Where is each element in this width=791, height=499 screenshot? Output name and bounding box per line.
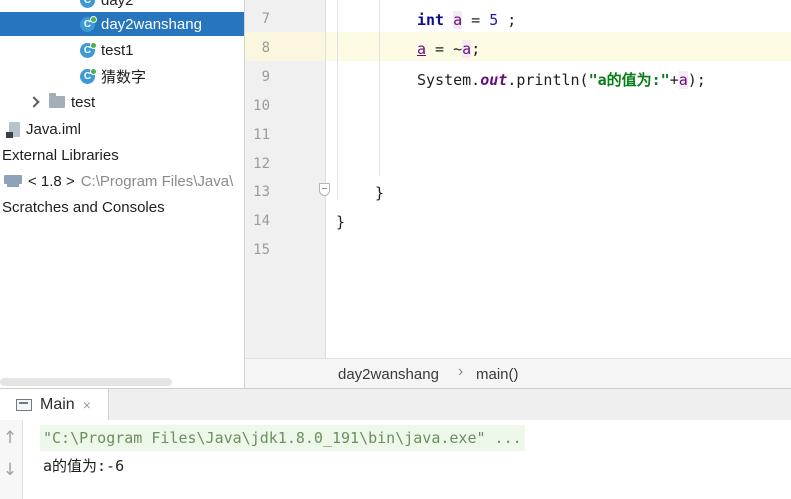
- jdk-library-icon: [4, 174, 22, 188]
- code-token: +: [669, 71, 679, 89]
- tree-item-java-iml[interactable]: Java.iml: [0, 117, 244, 141]
- code-line-14: }: [336, 213, 346, 231]
- line-number: 10: [253, 98, 270, 114]
- code-line-7: int a = 5 ;: [417, 11, 516, 29]
- run-tool-window-header: Main ×: [0, 388, 791, 420]
- tree-item-path: C:\Program Files\Java\: [80, 172, 234, 190]
- tree-item-scratches[interactable]: Scratches and Consoles: [0, 195, 244, 219]
- variable-a: a: [417, 40, 427, 58]
- line-number: 9: [261, 69, 270, 85]
- code-token: ;: [498, 11, 517, 29]
- keyword-int: int: [417, 11, 445, 29]
- tree-item-label: 猜数字: [101, 68, 147, 86]
- static-field-out: out: [480, 71, 508, 89]
- tree-item-label: day2: [101, 0, 134, 9]
- tree-item-label: day2wanshang: [101, 15, 202, 33]
- project-tree: C day2 C day2wanshang C test1 C 猜数字 test…: [0, 0, 244, 388]
- line-number: 13: [253, 184, 270, 200]
- line-number: 7: [261, 11, 270, 27]
- console-output[interactable]: "C:\Program Files\Java\jdk1.8.0_191\bin\…: [23, 420, 791, 499]
- line-number: 14: [253, 213, 270, 229]
- tree-item-label: External Libraries: [2, 146, 119, 164]
- tree-item-day2[interactable]: C day2: [0, 0, 244, 12]
- code-token: = ~: [426, 40, 463, 58]
- tree-item-label: Scratches and Consoles: [2, 198, 165, 216]
- arrow-up-icon[interactable]: ↑: [1, 428, 19, 448]
- number-literal: 5: [489, 11, 499, 29]
- run-console-icon: [16, 398, 32, 411]
- tree-item-label: test1: [101, 41, 134, 59]
- arrow-down-icon[interactable]: ↓: [1, 460, 19, 480]
- tree-item-external-libraries[interactable]: External Libraries: [0, 143, 244, 167]
- fold-marker-icon[interactable]: [319, 183, 330, 196]
- tree-item-guess-number[interactable]: C 猜数字: [0, 64, 244, 88]
- chevron-right-icon[interactable]: [29, 97, 39, 107]
- console-output-line: a的值为:-6: [43, 457, 125, 475]
- tree-item-test1[interactable]: C test1: [0, 38, 244, 62]
- breadcrumb-class[interactable]: day2wanshang: [338, 366, 439, 383]
- code-token: System.: [417, 71, 481, 89]
- tab-label: Main: [40, 395, 75, 413]
- code-token: ;: [471, 40, 481, 58]
- variable-a: a: [462, 40, 472, 58]
- run-toolbar: ↑ ↓: [0, 420, 23, 499]
- iml-file-icon: [6, 121, 20, 138]
- code-token: );: [687, 71, 706, 89]
- class-icon: C: [80, 41, 97, 58]
- tab-main[interactable]: Main ×: [0, 389, 109, 420]
- code-token: =: [462, 11, 490, 29]
- class-icon: C: [80, 15, 97, 32]
- code-line-9: System.out.println("a的值为:"+a);: [417, 69, 706, 90]
- line-number: 15: [253, 242, 270, 258]
- indent-guide: [379, 0, 380, 176]
- horizontal-scrollbar[interactable]: [0, 378, 172, 386]
- code-line-13: }: [375, 184, 385, 202]
- breadcrumb-separator: ›: [458, 363, 464, 380]
- tree-item-label: < 1.8 >: [28, 172, 75, 190]
- tree-item-day2wanshang[interactable]: C day2wanshang: [0, 12, 244, 36]
- breadcrumb-method[interactable]: main(): [476, 366, 519, 383]
- indent-guide: [337, 0, 338, 200]
- close-icon[interactable]: ×: [83, 397, 91, 413]
- console-command-line: "C:\Program Files\Java\jdk1.8.0_191\bin\…: [40, 425, 525, 451]
- line-number: 8: [261, 40, 270, 56]
- variable-a: a: [453, 11, 463, 29]
- code-line-8: a = ~a;: [417, 40, 480, 58]
- line-number: 11: [253, 127, 270, 143]
- variable-a: a: [678, 71, 688, 89]
- caret-row-highlight: [326, 32, 791, 61]
- folder-icon: [49, 93, 65, 108]
- tree-item-jdk[interactable]: < 1.8 > C:\Program Files\Java\: [0, 169, 244, 193]
- tree-item-test[interactable]: test: [0, 90, 244, 114]
- breadcrumb: day2wanshang › main(): [245, 358, 791, 388]
- tree-item-label: Java.iml: [26, 120, 82, 138]
- string-literal: "a的值为:": [588, 71, 670, 89]
- tree-item-label: test: [71, 93, 96, 111]
- class-icon: C: [80, 67, 97, 84]
- line-number: 12: [253, 156, 270, 172]
- class-icon: C: [80, 0, 95, 8]
- code-token: .println(: [507, 71, 589, 89]
